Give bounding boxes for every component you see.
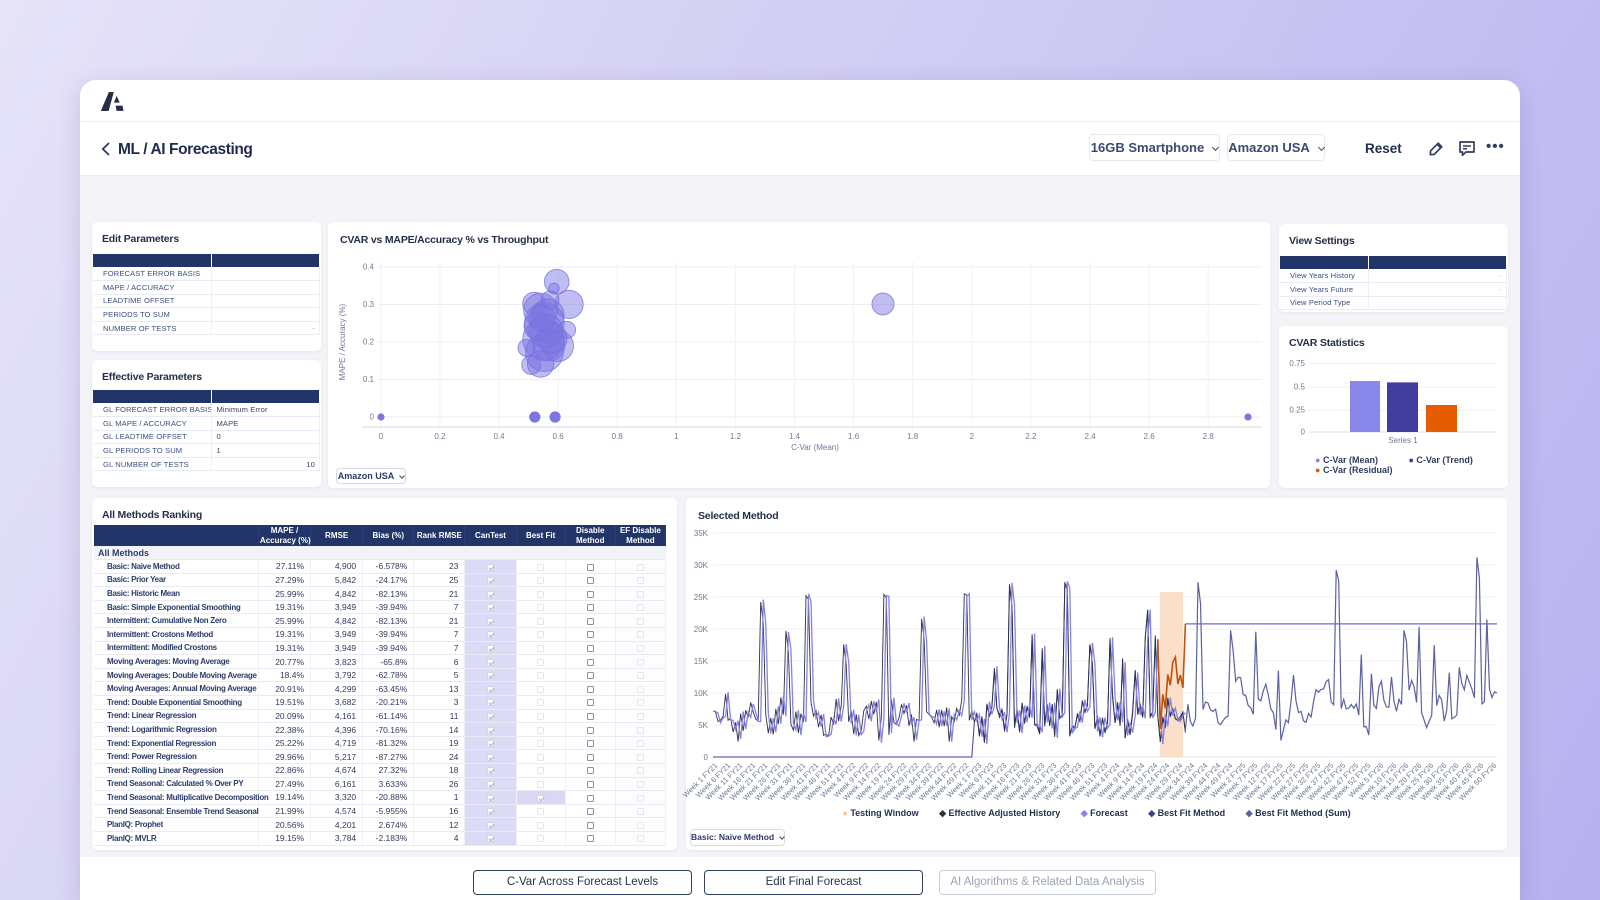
svg-text:0.2: 0.2 <box>363 338 375 347</box>
svg-text:0.8: 0.8 <box>612 432 624 441</box>
svg-text:2.6: 2.6 <box>1144 432 1156 441</box>
svg-text:0.1: 0.1 <box>363 375 375 384</box>
svg-text:30K: 30K <box>694 561 709 570</box>
svg-text:0.4: 0.4 <box>363 263 375 272</box>
svg-text:MAPE / Accuracy (%): MAPE / Accuracy (%) <box>338 303 347 380</box>
svg-text:2.2: 2.2 <box>1025 432 1037 441</box>
svg-text:0.75: 0.75 <box>1289 359 1305 368</box>
svg-text:0.25: 0.25 <box>1289 406 1305 415</box>
svg-text:0.6: 0.6 <box>553 432 565 441</box>
svg-text:0: 0 <box>379 432 384 441</box>
svg-text:15K: 15K <box>694 657 709 666</box>
svg-text:1.4: 1.4 <box>789 432 801 441</box>
svg-text:2.4: 2.4 <box>1084 432 1096 441</box>
svg-text:C-Var (Mean): C-Var (Mean) <box>791 443 839 452</box>
svg-text:1.2: 1.2 <box>730 432 742 441</box>
svg-text:5K: 5K <box>698 721 708 730</box>
svg-text:1.8: 1.8 <box>907 432 919 441</box>
svg-text:10K: 10K <box>694 689 709 698</box>
svg-text:0: 0 <box>1301 428 1306 437</box>
svg-text:0.5: 0.5 <box>1294 383 1306 392</box>
svg-text:0.3: 0.3 <box>363 300 375 309</box>
svg-text:35K: 35K <box>694 529 709 538</box>
svg-text:0: 0 <box>704 753 709 762</box>
svg-text:1: 1 <box>674 432 679 441</box>
svg-text:0.4: 0.4 <box>493 432 505 441</box>
svg-text:Series 1: Series 1 <box>1388 436 1418 445</box>
svg-text:2: 2 <box>970 432 975 441</box>
svg-text:20K: 20K <box>694 625 709 634</box>
svg-text:2.8: 2.8 <box>1203 432 1215 441</box>
svg-text:0.2: 0.2 <box>434 432 446 441</box>
svg-text:0: 0 <box>370 413 375 422</box>
svg-text:25K: 25K <box>694 593 709 602</box>
svg-text:1.6: 1.6 <box>848 432 860 441</box>
